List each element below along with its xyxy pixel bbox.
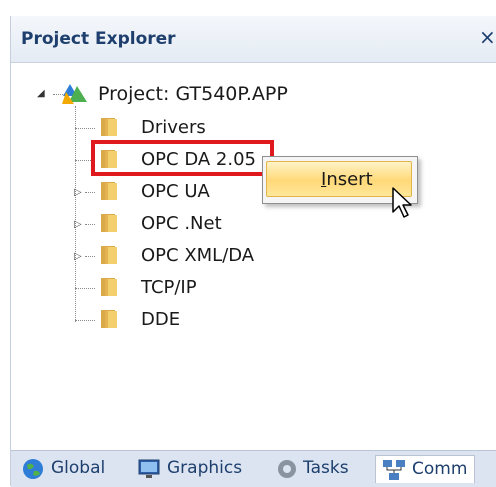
tab-tasks-label: Tasks: [303, 458, 349, 478]
globe-icon: [23, 459, 43, 479]
panel-title-bar: Project Explorer ×: [11, 16, 496, 63]
monitor-icon: [138, 459, 160, 478]
tab-global[interactable]: Global: [17, 455, 125, 483]
tree-item-tcp-ip[interactable]: TCP/IP: [141, 277, 197, 298]
tree-item-opc-xml-da[interactable]: OPC XML/DA: [141, 245, 254, 266]
expand-arrow-icon[interactable]: ▷: [74, 219, 84, 231]
folder-icon: [101, 182, 117, 200]
menu-item-insert-label: Insert: [321, 169, 373, 190]
folder-icon: [101, 214, 117, 232]
folder-icon: [101, 278, 117, 296]
tree-item-drivers[interactable]: Drivers: [141, 117, 206, 138]
project-tree: ◢ Project: GT540P.APP Drivers OPC DA 2.0…: [11, 62, 496, 450]
folder-icon: [101, 118, 117, 136]
close-icon[interactable]: ×: [479, 26, 496, 48]
tree-item-opc-ua[interactable]: OPC UA: [141, 181, 210, 202]
tab-global-label: Global: [51, 458, 106, 478]
tree-connector: [75, 288, 95, 289]
tree-item-opc-net[interactable]: OPC .Net: [141, 213, 222, 234]
panel-tab-strip: Global Graphics Tasks Comm: [11, 450, 496, 487]
project-icon: [62, 84, 87, 104]
expand-arrow-icon[interactable]: ▷: [74, 251, 84, 263]
tree-root-label[interactable]: Project: GT540P.APP: [98, 83, 288, 105]
folder-icon: [101, 310, 117, 328]
collapse-arrow-icon[interactable]: ◢: [37, 88, 47, 100]
tab-comm-label: Comm: [412, 459, 468, 479]
selection-highlight-box: [91, 140, 274, 176]
tree-connector: [75, 106, 76, 322]
tab-graphics[interactable]: Graphics: [133, 455, 263, 483]
tree-connector: [85, 192, 95, 193]
network-icon: [383, 460, 405, 480]
tree-item-dde[interactable]: DDE: [141, 309, 180, 330]
tree-connector: [75, 320, 95, 321]
panel-title: Project Explorer: [21, 29, 176, 49]
gear-icon: [278, 460, 296, 478]
mouse-cursor-icon: [392, 187, 412, 218]
tree-connector: [85, 256, 95, 257]
folder-icon: [101, 246, 117, 264]
tab-tasks[interactable]: Tasks: [271, 455, 371, 483]
tab-graphics-label: Graphics: [167, 458, 243, 478]
tab-comm[interactable]: Comm: [375, 455, 475, 483]
project-explorer-panel: Project Explorer × ◢ Project: GT540P.APP…: [10, 16, 496, 487]
tree-connector: [85, 224, 95, 225]
tree-connector: [75, 128, 95, 129]
expand-arrow-icon[interactable]: ▷: [74, 187, 84, 199]
